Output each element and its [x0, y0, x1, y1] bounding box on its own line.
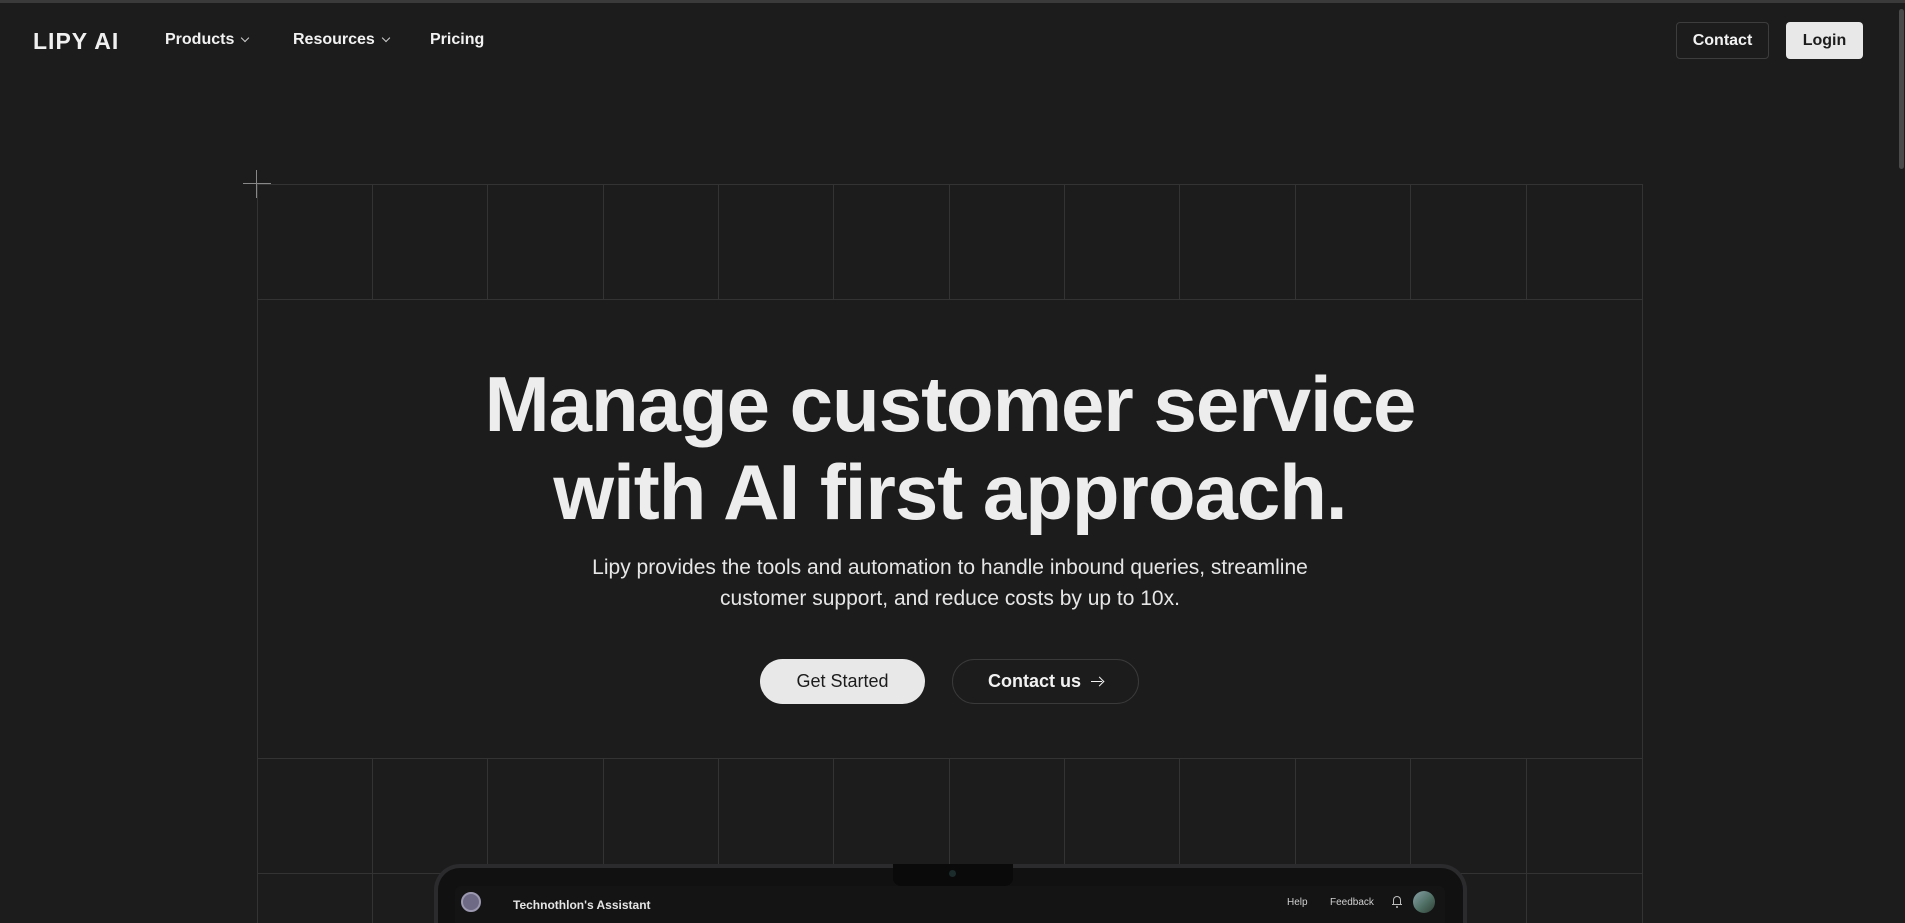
assistant-name: Technothlon's Assistant [513, 898, 651, 912]
hero-headline-line1: Manage customer service [484, 360, 1417, 448]
device-screen: Technothlon's Assistant Help Feedback [455, 886, 1445, 923]
nav-products[interactable]: Products [165, 31, 250, 49]
hero-subtext-line1: Lipy provides the tools and automation t… [592, 556, 1308, 579]
chevron-down-icon [381, 33, 391, 43]
grid-row-top [257, 184, 1643, 299]
device-preview: Technothlon's Assistant Help Feedback [434, 864, 1467, 923]
hero-subtext: Lipy provides the tools and automation t… [550, 552, 1350, 614]
contact-us-label: Contact us [987, 671, 1081, 691]
navbar: LIPY AI Products Resources Pricing Conta… [0, 3, 1898, 79]
bell-icon[interactable] [1392, 896, 1402, 908]
help-link[interactable]: Help [1287, 897, 1308, 908]
arrow-right-icon [1091, 677, 1103, 687]
user-avatar[interactable] [1413, 891, 1435, 913]
hero-headline-line2: with AI first approach. [553, 448, 1347, 536]
camera-icon [949, 870, 956, 877]
login-button[interactable]: Login [1786, 22, 1863, 59]
nav-resources[interactable]: Resources [293, 31, 391, 49]
assistant-avatar [461, 892, 481, 912]
device-notch [893, 864, 1013, 886]
hero-section: Manage customer service with AI first ap… [258, 300, 1642, 758]
scrollbar[interactable] [1898, 3, 1905, 923]
contact-button[interactable]: Contact [1676, 22, 1769, 59]
hero-headline: Manage customer service with AI first ap… [258, 360, 1642, 536]
nav-products-label: Products [165, 31, 235, 48]
contact-us-button[interactable]: Contact us [952, 659, 1139, 704]
nav-pricing-label: Pricing [430, 31, 485, 48]
logo[interactable]: LIPY AI [33, 28, 119, 55]
crosshair-marker [243, 183, 271, 184]
page: LIPY AI Products Resources Pricing Conta… [0, 0, 1905, 923]
crosshair-marker [256, 170, 257, 198]
nav-resources-label: Resources [293, 31, 375, 48]
get-started-button[interactable]: Get Started [760, 659, 925, 704]
feedback-link[interactable]: Feedback [1330, 897, 1374, 908]
hero-subtext-line2: customer support, and reduce costs by up… [720, 587, 1180, 610]
scrollbar-thumb[interactable] [1899, 9, 1904, 169]
nav-pricing[interactable]: Pricing [430, 31, 484, 49]
chevron-down-icon [241, 33, 250, 43]
